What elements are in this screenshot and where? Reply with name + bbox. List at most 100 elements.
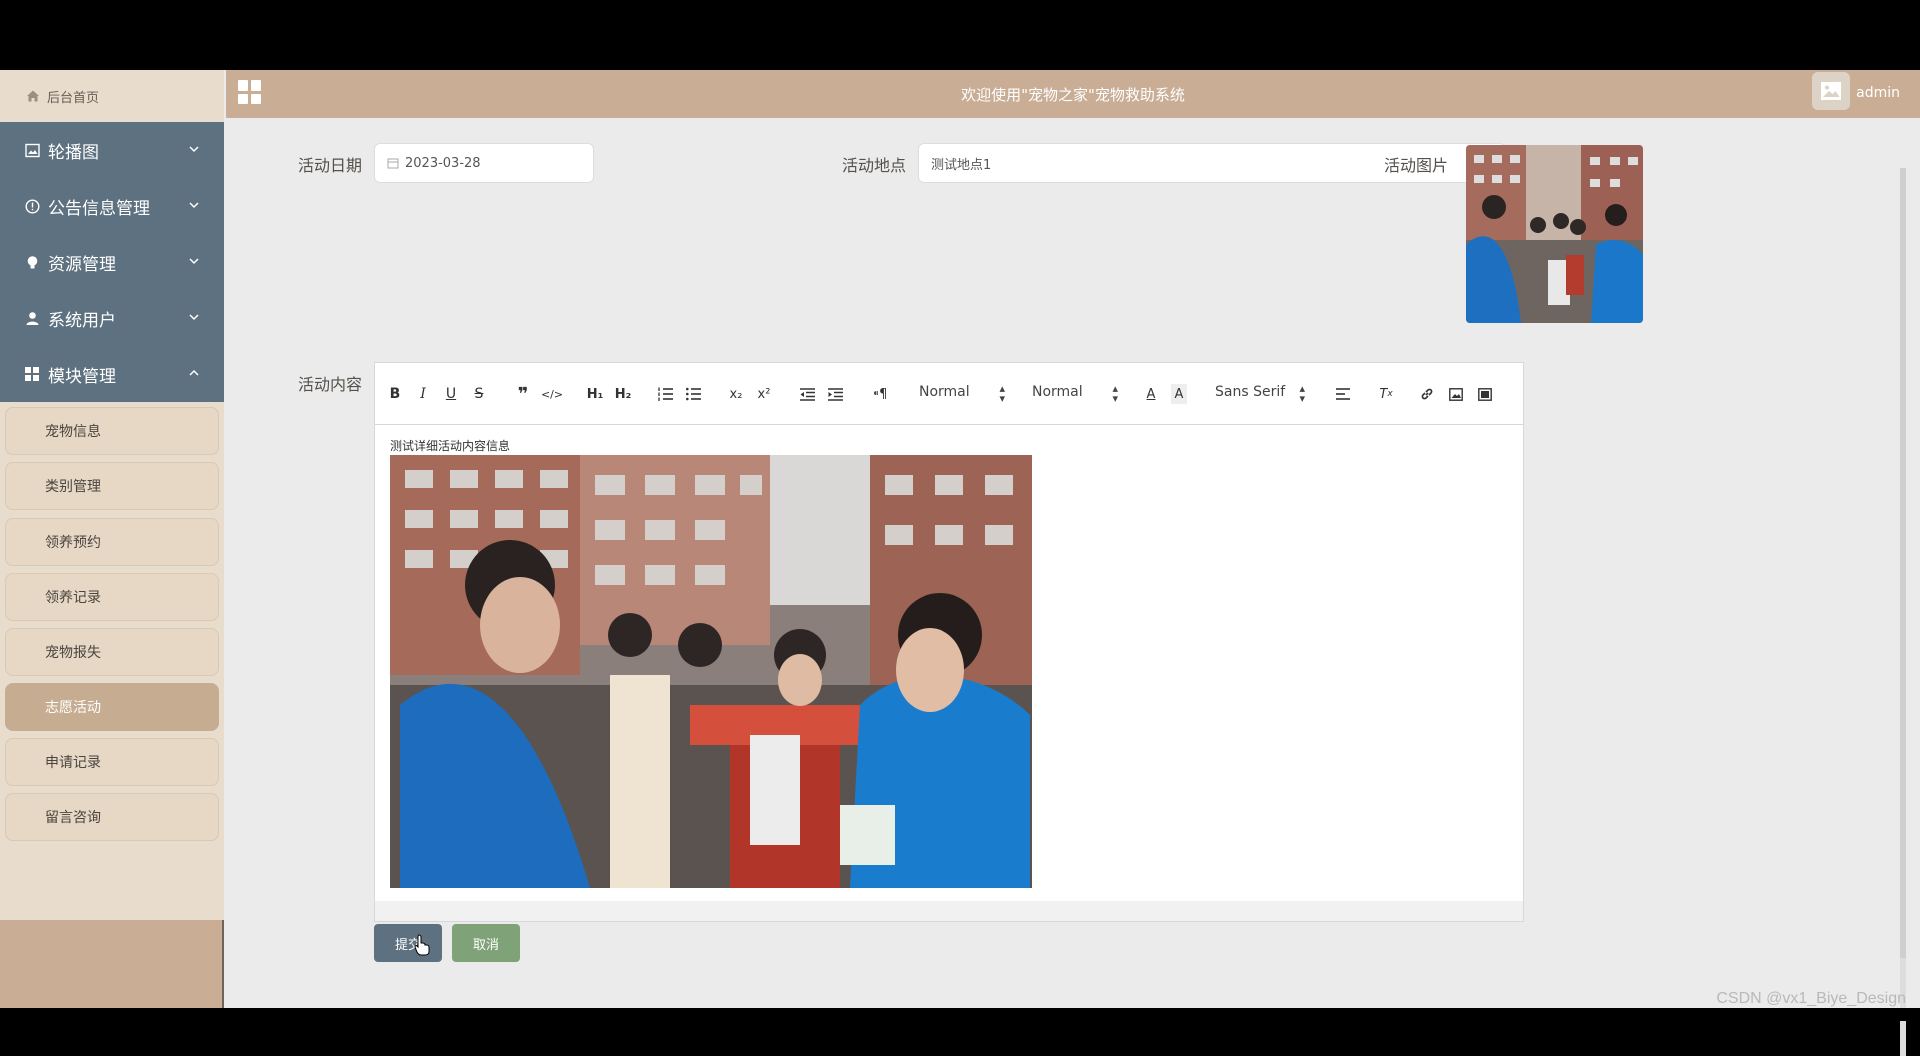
home-icon [26,89,40,103]
italic-icon[interactable]: I [415,384,431,404]
header-select[interactable]: Normal ▴ ▾ [919,382,1005,405]
blockquote-icon[interactable]: ❞ [515,384,531,405]
page-title: 欢迎使用"宠物之家"宠物救助系统 [961,86,1185,104]
sidebar-item-label: 志愿活动 [45,700,101,716]
code-block-icon[interactable]: </> [541,384,563,404]
top-header: 欢迎使用"宠物之家"宠物救助系统 admin [226,70,1920,118]
editor-toolbar: B I U S ❞ </> H₁ H₂ x₂ x² ⁌¶ Normal ▴ ▾ … [375,363,1523,425]
indent-icon[interactable] [827,384,843,404]
font-select-value: Sans Serif [1215,384,1286,400]
insert-image-icon[interactable] [1448,384,1464,404]
superscript-icon[interactable]: x² [755,384,773,404]
select-arrow-icon: ▴ ▾ [1299,382,1305,405]
clear-format-icon[interactable]: Tx [1377,384,1395,404]
size-select[interactable]: Normal ▴ ▾ [1032,382,1118,405]
sidebar-group-label: 系统用户 [48,310,116,331]
bottom-black-bar [0,1008,1920,1021]
sidebar-item-volunteer[interactable]: 志愿活动 [5,683,219,731]
sidebar-item-adopt-record[interactable]: 领养记录 [5,573,219,621]
scrollbar-thumb[interactable] [1900,168,1906,958]
chevron-down-icon [189,202,199,209]
editor-content-image[interactable] [390,455,1032,888]
submit-button[interactable]: 提交 [374,924,442,962]
sidebar-group-label: 模块管理 [48,366,116,387]
sidebar-group-label: 公告信息管理 [48,198,150,219]
heading2-icon[interactable]: H₂ [613,384,633,404]
sidebar-group-carousel[interactable]: 轮播图 [0,122,224,178]
sidebar-item-message[interactable]: 留言咨询 [5,793,219,841]
sidebar-group-notice[interactable]: 公告信息管理 [0,178,224,234]
alert-circle-icon [24,198,40,214]
outdent-icon[interactable] [799,384,815,404]
date-label: 活动日期 [298,156,363,175]
underline-icon[interactable]: U [443,384,459,404]
heading1-icon[interactable]: H₁ [585,384,605,404]
app-window: 后台首页 轮播图 公告信息管理 资源管理 系统用户 模块管理 宠物信息 类别管理… [0,70,1920,1056]
sidebar-item-lost-report[interactable]: 宠物报失 [5,628,219,676]
select-arrow-icon: ▴ ▾ [1112,382,1118,405]
chevron-down-icon [189,314,199,321]
sidebar-home-label: 后台首页 [47,90,100,106]
cancel-button[interactable]: 取消 [452,924,520,962]
rich-text-editor[interactable]: B I U S ❞ </> H₁ H₂ x₂ x² ⁌¶ Normal ▴ ▾ … [374,362,1524,922]
sidebar-item-label: 领养记录 [45,590,101,606]
chevron-down-icon [189,258,199,265]
bulb-icon [24,254,40,270]
chevron-up-icon [189,369,199,376]
sidebar-group-users[interactable]: 系统用户 [0,290,224,346]
watermark: CSDN @vx1_Biye_Design [1716,990,1906,1007]
sidebar-item-label: 留言咨询 [45,810,101,826]
bold-icon[interactable]: B [387,384,403,404]
align-icon[interactable] [1335,384,1351,404]
place-label: 活动地点 [842,156,907,175]
editor-content-text: 测试详细活动内容信息 [390,439,511,453]
date-field[interactable]: 2023-03-28 [374,143,594,183]
calendar-icon [387,158,399,169]
sidebar-group-modules[interactable]: 模块管理 [0,346,224,402]
sidebar-group-resource[interactable]: 资源管理 [0,234,224,290]
module-submenu: 宠物信息 类别管理 领养预约 领养记录 宠物报失 志愿活动 申请记录 留言咨询 [0,402,224,920]
link-icon[interactable] [1419,384,1435,404]
insert-video-icon[interactable] [1477,384,1493,404]
hand-cursor-icon [414,934,430,956]
header-select-value: Normal [919,384,970,400]
font-select[interactable]: Sans Serif ▴ ▾ [1215,382,1305,405]
sidebar-item-application[interactable]: 申请记录 [5,738,219,786]
user-icon [24,310,40,326]
image-icon [24,142,40,158]
sidebar-group-label: 资源管理 [48,254,116,275]
sidebar-group-label: 轮播图 [48,142,99,163]
size-select-value: Normal [1032,384,1083,400]
subscript-icon[interactable]: x₂ [727,384,745,404]
image-label: 活动图片 [1384,156,1449,175]
sidebar-item-adopt-reservation[interactable]: 领养预约 [5,518,219,566]
bullet-list-icon[interactable] [685,384,701,404]
sidebar-item-home[interactable]: 后台首页 [0,70,224,122]
avatar[interactable] [1812,72,1850,110]
ordered-list-icon[interactable] [657,384,673,404]
sidebar-item-label: 领养预约 [45,535,101,551]
sidebar-item-pet-info[interactable]: 宠物信息 [5,407,219,455]
sidebar-item-category[interactable]: 类别管理 [5,462,219,510]
vertical-scrollbar[interactable] [1900,168,1906,1056]
strike-icon[interactable]: S [471,384,487,404]
sidebar-item-label: 类别管理 [45,479,101,495]
grid-icon [24,366,40,382]
editor-bottom-bar [375,901,1523,921]
sidebar-item-label: 申请记录 [45,755,101,771]
sidebar-item-label: 宠物信息 [45,424,101,440]
content-label: 活动内容 [298,375,363,394]
text-color-icon[interactable]: A [1143,384,1159,404]
sidebar: 后台首页 轮播图 公告信息管理 资源管理 系统用户 模块管理 宠物信息 类别管理… [0,70,224,1008]
activity-image-thumbnail[interactable] [1466,145,1643,323]
place-value: 测试地点1 [931,157,992,173]
select-arrow-icon: ▴ ▾ [999,382,1005,405]
text-direction-icon[interactable]: ⁌¶ [871,384,889,404]
top-black-bar [0,0,1920,70]
sidebar-item-label: 宠物报失 [45,645,101,661]
username[interactable]: admin [1856,85,1900,101]
date-value: 2023-03-28 [405,155,481,171]
chevron-down-icon [189,146,199,153]
image-placeholder-icon [1821,82,1841,100]
background-color-icon[interactable]: A [1171,384,1187,404]
